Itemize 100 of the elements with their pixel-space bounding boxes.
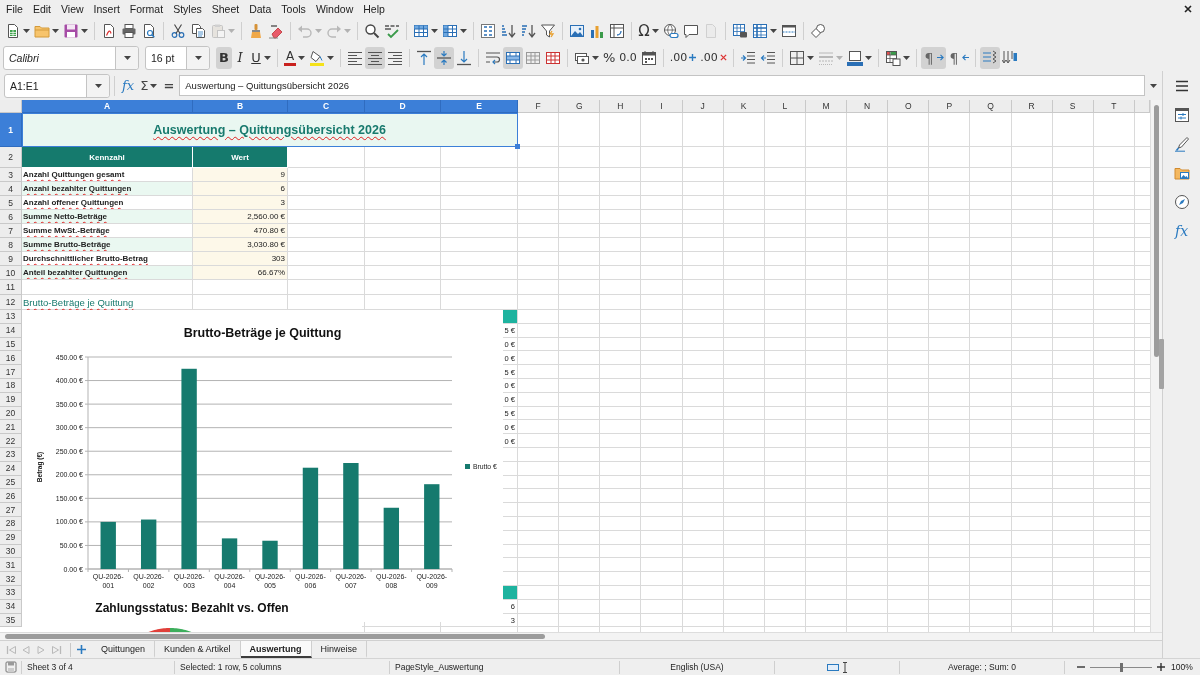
language-label[interactable]: English (USA)	[620, 660, 775, 674]
row-header[interactable]: 4	[0, 182, 22, 196]
sidebar-handle[interactable]	[1159, 339, 1164, 389]
menu-item[interactable]: Format	[124, 0, 169, 18]
caret-icon[interactable]	[460, 29, 467, 33]
row-header[interactable]: 16	[0, 351, 22, 366]
brush-icon[interactable]	[1173, 135, 1190, 152]
number-button[interactable]: 0.0	[617, 46, 639, 69]
row-header[interactable]: 9	[0, 252, 22, 266]
menu-item[interactable]: Help	[358, 0, 390, 18]
percent-button[interactable]: %	[601, 46, 618, 69]
scrollbar-thumb[interactable]	[1154, 105, 1159, 357]
compass-icon[interactable]	[1173, 193, 1190, 210]
column-header[interactable]: E	[441, 100, 518, 113]
row-header[interactable]: 8	[0, 238, 22, 252]
column-header[interactable]: M	[805, 100, 847, 113]
row-header[interactable]: 5	[0, 196, 22, 210]
conditional-format-icon[interactable]	[884, 49, 901, 66]
column-header[interactable]: I	[641, 100, 683, 113]
column-header[interactable]: L	[764, 100, 806, 113]
plus-icon[interactable]	[77, 645, 86, 654]
plus-icon[interactable]	[689, 54, 697, 61]
italic-button[interactable]: I	[232, 46, 248, 69]
name-box-field[interactable]: A1:E1	[4, 73, 110, 98]
zoom-slider-thumb[interactable]	[1119, 662, 1123, 672]
scrollbar-thumb[interactable]	[5, 634, 545, 639]
column-header[interactable]: N	[847, 100, 889, 113]
highlighter-icon[interactable]	[309, 49, 325, 66]
formula-button[interactable]: =	[160, 74, 178, 97]
caret-icon[interactable]	[150, 83, 158, 88]
caret-icon[interactable]	[81, 29, 88, 33]
column-header[interactable]: D	[365, 100, 441, 113]
caret-icon[interactable]	[1150, 83, 1157, 88]
caret-icon[interactable]	[902, 55, 910, 60]
row-header[interactable]: 7	[0, 224, 22, 238]
column-header[interactable]: O	[888, 100, 930, 113]
column-header[interactable]: C	[288, 100, 365, 113]
dropdown-button[interactable]	[115, 46, 138, 69]
caret-icon[interactable]	[652, 29, 659, 33]
dropdown-button[interactable]	[86, 74, 109, 97]
caret-icon[interactable]	[94, 83, 102, 88]
row-header[interactable]: 22	[0, 434, 22, 448]
borders-icon[interactable]	[788, 49, 805, 66]
caret-icon[interactable]	[327, 55, 334, 60]
row-header[interactable]: 17	[0, 365, 22, 379]
functions-button[interactable]: fx	[1172, 222, 1191, 239]
selection-rectangle-icon[interactable]	[826, 661, 839, 673]
sheet-tab[interactable]: Auswertung	[240, 641, 312, 658]
font-color-button[interactable]: A	[282, 46, 307, 69]
caret-icon[interactable]	[770, 29, 777, 33]
zoom-percent-label[interactable]: 100%	[1171, 662, 1193, 672]
underline-button[interactable]: U	[248, 46, 273, 69]
menu-item[interactable]: View	[56, 0, 89, 18]
rtl-button[interactable]: ¶	[945, 46, 971, 69]
dropdown-button[interactable]	[186, 46, 209, 69]
column-header[interactable]: B	[193, 100, 288, 113]
column-header[interactable]: H	[600, 100, 642, 113]
caret-icon[interactable]	[194, 55, 202, 60]
menu-item[interactable]: File	[1, 0, 28, 18]
menu-item[interactable]: Tools	[276, 0, 311, 18]
menu-item[interactable]: Window	[310, 0, 359, 18]
row-header[interactable]: 31	[0, 558, 22, 573]
row-header[interactable]: 32	[0, 572, 22, 586]
caret-icon[interactable]	[431, 29, 438, 33]
menu-item[interactable]: Styles	[168, 0, 207, 18]
column-header[interactable]: J	[682, 100, 724, 113]
formula-input-field[interactable]: Auswertung – Quittungsübersicht 2026	[179, 75, 1145, 96]
menu-item[interactable]: Sheet	[206, 0, 245, 18]
column-header[interactable]: T	[1093, 100, 1135, 113]
row-header[interactable]: 12	[0, 295, 22, 310]
row-header[interactable]: 27	[0, 503, 22, 517]
arrow-right-icon[interactable]	[936, 54, 944, 61]
menu-item[interactable]: Insert	[88, 0, 125, 18]
border-color-icon[interactable]	[846, 49, 863, 66]
plus-icon[interactable]	[1157, 663, 1165, 671]
column-header[interactable]: A	[22, 100, 193, 113]
add-decimal-button[interactable]: .00	[667, 46, 699, 69]
vertical-scrollbar[interactable]	[1150, 100, 1162, 632]
row-header[interactable]: 13	[0, 310, 22, 324]
row-header[interactable]: 2	[0, 147, 22, 168]
row-header[interactable]: 3	[0, 168, 22, 182]
font-size-field[interactable]: 16 pt	[145, 45, 210, 70]
row-header[interactable]: 11	[0, 280, 22, 295]
fill-handle[interactable]	[515, 144, 520, 149]
special-character-button[interactable]: Ω	[636, 20, 661, 42]
column-header[interactable]: Q	[970, 100, 1012, 113]
caret-icon[interactable]	[806, 55, 814, 60]
frozen-table-icon[interactable]	[752, 23, 768, 39]
caret-icon[interactable]	[123, 55, 131, 60]
arrow-left-icon[interactable]	[961, 54, 969, 61]
caret-icon[interactable]	[864, 55, 872, 60]
table-rows-icon[interactable]	[413, 23, 429, 39]
row-header[interactable]: 26	[0, 489, 22, 504]
caret-icon[interactable]	[592, 55, 599, 60]
caret-icon[interactable]	[298, 55, 305, 60]
function-wizard-button[interactable]: fx	[119, 74, 138, 97]
caret-icon[interactable]	[52, 29, 59, 33]
row-header[interactable]: 21	[0, 420, 22, 435]
spreadsheet-document-icon[interactable]	[5, 23, 21, 39]
column-header[interactable]: P	[929, 100, 971, 113]
